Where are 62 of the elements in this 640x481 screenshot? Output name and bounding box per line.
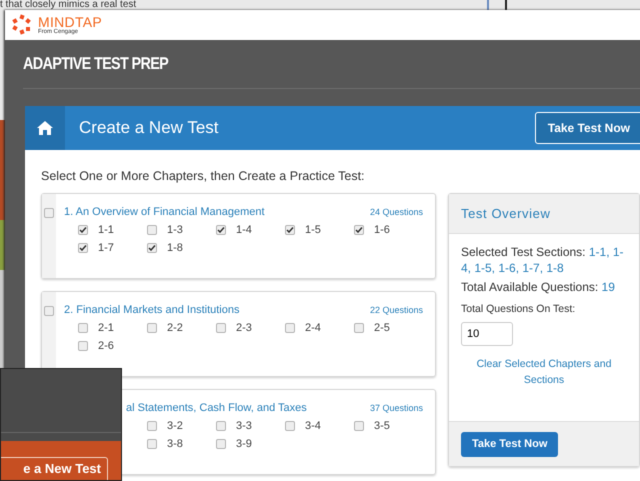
clear-selection-link[interactable]: Clear Selected Chapters and Sections	[461, 356, 627, 388]
section-checkbox[interactable]	[147, 421, 157, 431]
section-checkbox[interactable]	[147, 439, 157, 449]
section-checkbox[interactable]	[78, 225, 88, 235]
page-title: Create a New Test	[79, 118, 220, 138]
total-questions-label: Total Questions On Test:	[461, 302, 576, 317]
section-checkbox[interactable]	[285, 323, 295, 333]
section-checkbox[interactable]	[78, 341, 88, 351]
take-test-button[interactable]: Take Test Now	[534, 112, 640, 144]
question-count: 24 Questions	[370, 207, 423, 217]
section-label: 1-3	[167, 224, 183, 236]
section-checkbox[interactable]	[354, 421, 364, 431]
section-checkbox[interactable]	[354, 225, 364, 235]
logo-icon	[11, 14, 33, 36]
section-label: 1-6	[374, 224, 390, 236]
section-checkbox[interactable]	[216, 439, 226, 449]
section-checkbox[interactable]	[216, 225, 226, 235]
section-checkbox[interactable]	[78, 243, 88, 253]
section-label: 3-9	[236, 438, 252, 450]
chapter-title[interactable]: 2. Financial Markets and Institutions	[64, 304, 240, 316]
section-label: 3-2	[167, 420, 183, 432]
chapter-title[interactable]: 1. An Overview of Financial Management	[64, 206, 265, 218]
background-text: t that closely mimics a real test	[0, 0, 136, 10]
section-label: 1-7	[98, 242, 114, 254]
section-checkbox[interactable]	[285, 421, 295, 431]
instructions-text: Select One or More Chapters, then Create a Practice Test:	[40, 168, 366, 183]
question-count: 22 Questions	[370, 305, 423, 315]
selected-sections-text: Selected Test Sections: 1-1, 1-4, 1-5, 1-6, 1-7, 1-8	[461, 244, 625, 276]
section-label: 1-1	[98, 224, 114, 236]
section-label: 1-8	[167, 242, 183, 254]
chapter-title[interactable]: al Statements, Cash Flow, and Taxes	[126, 402, 307, 414]
section-label: 1-5	[305, 224, 321, 236]
section-label: 2-5	[374, 322, 390, 334]
section-checkbox[interactable]	[285, 225, 295, 235]
section-checkbox[interactable]	[147, 323, 157, 333]
section-checkbox[interactable]	[147, 225, 157, 235]
section-label: 2-1	[98, 322, 114, 334]
section-label: 2-6	[98, 340, 114, 352]
section-label: 1-4	[236, 224, 252, 236]
section-checkbox[interactable]	[78, 323, 88, 333]
section-label: 2-2	[167, 322, 183, 334]
section-checkbox[interactable]	[216, 323, 226, 333]
section-label: 3-4	[305, 420, 321, 432]
section-checkbox[interactable]	[147, 243, 157, 253]
section-label: 3-8	[167, 438, 183, 450]
section-checkbox[interactable]	[354, 323, 364, 333]
question-count: 37 Questions	[370, 403, 423, 413]
create-test-button[interactable]: e a New Test	[1, 457, 108, 480]
chapter-checkbox[interactable]	[44, 208, 54, 218]
take-test-button[interactable]: Take Test Now	[461, 432, 558, 456]
app-title: ADAPTIVE TEST PREP	[23, 54, 168, 74]
brand-name: MINDTAP	[38, 14, 102, 28]
section-label: 3-5	[374, 420, 390, 432]
section-label: 2-3	[236, 322, 252, 334]
section-checkbox[interactable]	[216, 421, 226, 431]
question-count-field[interactable]: 10	[461, 322, 513, 346]
section-label: 2-4	[305, 322, 321, 334]
home-icon[interactable]	[36, 120, 54, 136]
section-label: 3-3	[236, 420, 252, 432]
overview-title: Test Overview	[461, 206, 550, 221]
chapter-checkbox[interactable]	[44, 306, 54, 316]
available-questions-text: Total Available Questions: 19	[461, 279, 616, 295]
